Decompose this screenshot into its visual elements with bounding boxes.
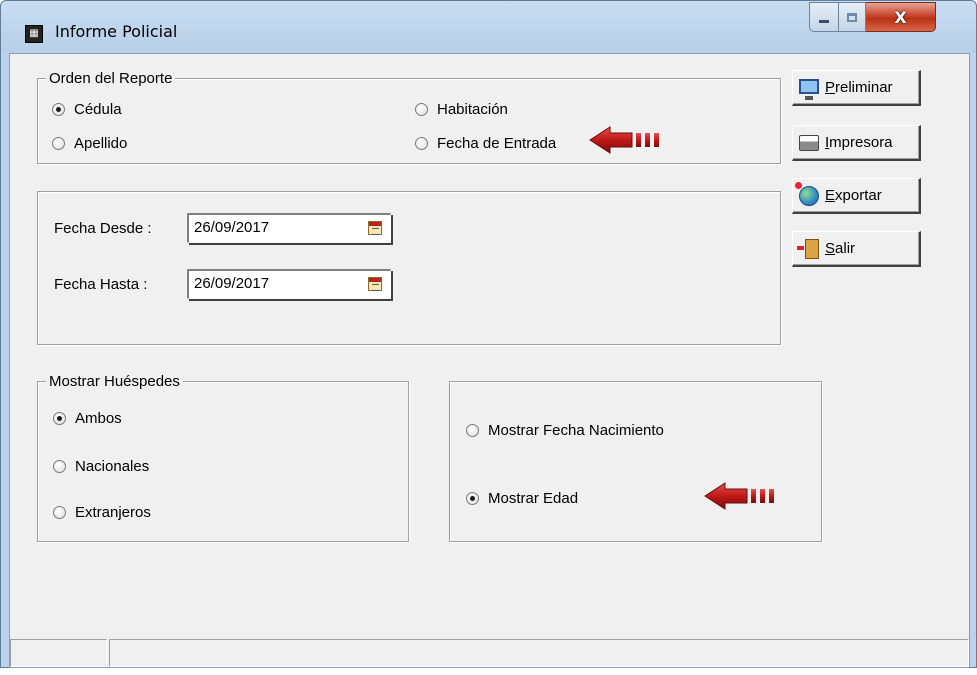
radio-mostrar-fecha-nacimiento-label: Mostrar Fecha Nacimiento <box>488 422 664 439</box>
radio-mostrar-fecha-nacimiento-dot[interactable] <box>466 424 479 437</box>
fecha-hasta-label: Fecha Hasta : <box>54 276 148 293</box>
radio-cedula-dot[interactable] <box>52 103 65 116</box>
orden-reporte-legend: Orden del Reporte <box>46 70 176 87</box>
radio-fecha-entrada-dot[interactable] <box>415 137 428 150</box>
status-bar <box>10 639 969 667</box>
radio-nacionales[interactable]: Nacionales <box>53 458 149 475</box>
radio-mostrar-edad-label: Mostrar Edad <box>488 490 579 507</box>
radio-apellido[interactable]: Apellido <box>52 135 127 152</box>
radio-mostrar-edad[interactable]: Mostrar Edad <box>466 490 578 507</box>
fechas-group: Fecha Desde : 26/09/2017 Fecha Hasta : 2… <box>37 191 781 345</box>
annotation-arrow-mostrar-edad <box>704 482 774 510</box>
radio-extranjeros-dot[interactable] <box>53 506 66 519</box>
fecha-desde-label: Fecha Desde : <box>54 220 152 237</box>
radio-mostrar-fecha-nacimiento[interactable]: Mostrar Fecha Nacimiento <box>466 422 664 439</box>
maximize-icon <box>847 12 857 22</box>
calendar-icon[interactable] <box>368 221 382 235</box>
preliminar-label: Preliminar <box>825 79 893 96</box>
radio-cedula-label: Cédula <box>74 101 122 118</box>
app-icon: ▦ <box>25 25 43 43</box>
impresora-button[interactable]: Impresora <box>792 125 921 161</box>
fecha-hasta-value: 26/09/2017 <box>194 275 270 292</box>
fecha-desde-field[interactable]: 26/09/2017 <box>187 213 391 243</box>
calendar-icon[interactable] <box>368 277 382 291</box>
radio-extranjeros-label: Extranjeros <box>75 504 151 521</box>
mostrar-huespedes-group: Mostrar Huéspedes Ambos Nacionales Extra… <box>37 373 409 542</box>
radio-mostrar-edad-dot[interactable] <box>466 492 479 505</box>
client-area: Orden del Reporte Cédula Apellido Habita… <box>9 53 970 668</box>
status-panel-1 <box>10 639 107 667</box>
radio-nacionales-label: Nacionales <box>75 458 150 475</box>
salir-button[interactable]: Salir <box>792 231 921 267</box>
exportar-button[interactable]: Exportar <box>792 178 921 214</box>
title-bar[interactable]: ▦ Informe Policial X <box>1 1 976 53</box>
mostrar-huespedes-legend: Mostrar Huéspedes <box>46 373 183 390</box>
window-title: Informe Policial <box>55 22 178 41</box>
radio-apellido-dot[interactable] <box>52 137 65 150</box>
radio-nacionales-dot[interactable] <box>53 460 66 473</box>
exportar-label: Exportar <box>825 187 882 204</box>
minimize-icon <box>819 19 829 23</box>
radio-fecha-entrada[interactable]: Fecha de Entrada <box>415 135 556 152</box>
close-icon: X <box>894 7 907 27</box>
monitor-icon <box>799 78 819 100</box>
globe-icon <box>795 181 819 206</box>
fecha-desde-value: 26/09/2017 <box>194 219 270 236</box>
orden-reporte-group: Orden del Reporte Cédula Apellido Habita… <box>37 70 781 164</box>
printer-icon <box>799 134 819 151</box>
radio-extranjeros[interactable]: Extranjeros <box>53 504 151 521</box>
radio-ambos-dot[interactable] <box>53 412 66 425</box>
radio-habitacion-dot[interactable] <box>415 103 428 116</box>
status-panel-2 <box>109 639 969 667</box>
window-controls: X <box>809 2 936 32</box>
salir-label: Salir <box>825 240 856 257</box>
radio-ambos[interactable]: Ambos <box>53 410 122 427</box>
annotation-arrow-fecha-entrada <box>589 126 659 154</box>
radio-fecha-entrada-label: Fecha de Entrada <box>437 135 557 152</box>
mostrar-edad-group: Mostrar Fecha Nacimiento Mostrar Edad <box>449 381 822 542</box>
radio-habitacion-label: Habitación <box>437 101 508 118</box>
radio-cedula[interactable]: Cédula <box>52 101 122 118</box>
exit-door-icon <box>797 238 819 259</box>
main-window: ▦ Informe Policial X Orden del Reporte C… <box>0 0 977 668</box>
radio-ambos-label: Ambos <box>75 410 122 427</box>
impresora-label: Impresora <box>825 134 893 151</box>
fecha-hasta-field[interactable]: 26/09/2017 <box>187 269 391 299</box>
minimize-button[interactable] <box>809 2 839 32</box>
maximize-button[interactable] <box>839 2 866 32</box>
radio-habitacion[interactable]: Habitación <box>415 101 508 118</box>
close-button[interactable]: X <box>866 2 936 32</box>
preliminar-button[interactable]: Preliminar <box>792 70 921 106</box>
radio-apellido-label: Apellido <box>74 135 128 152</box>
